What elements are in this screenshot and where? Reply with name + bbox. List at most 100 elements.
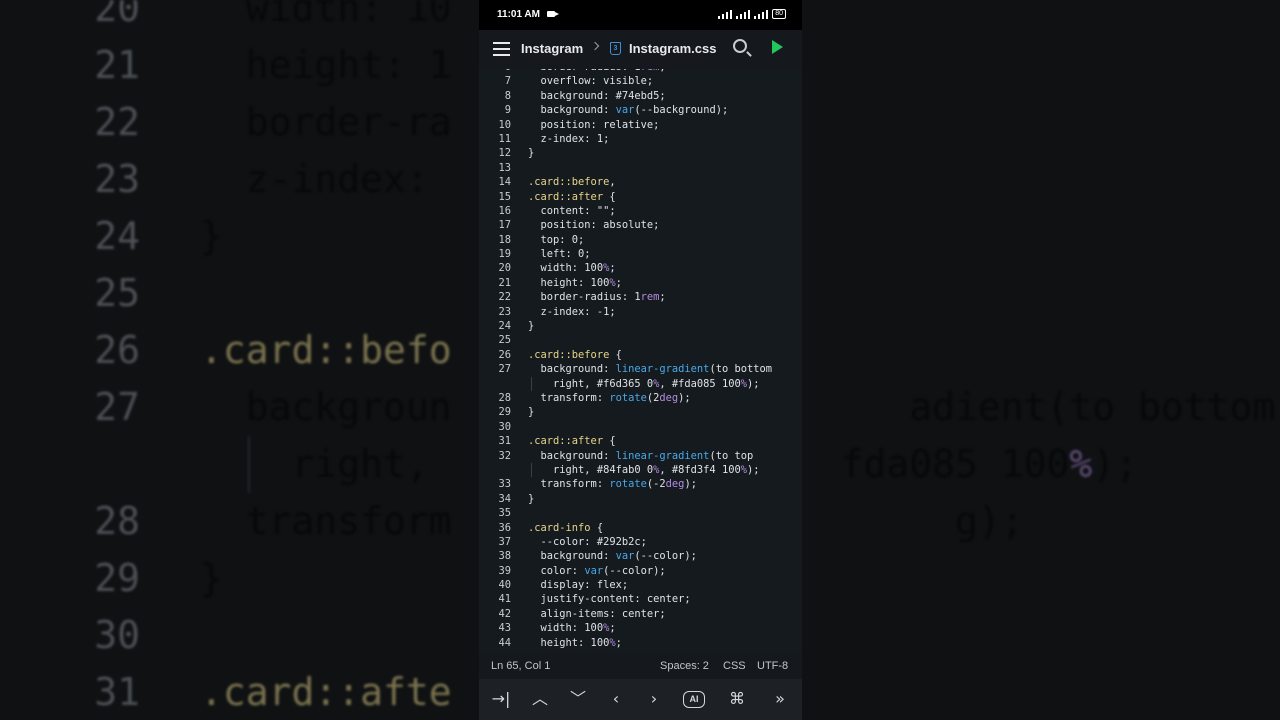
- line-number: 26: [498, 348, 511, 361]
- line-number: 9: [504, 104, 511, 117]
- code-line[interactable]: 35: [479, 506, 802, 520]
- code-editor[interactable]: 6 border-radius: 1rem;7 overflow: visibl…: [479, 69, 802, 653]
- code-line[interactable]: 36 .card-info {: [479, 521, 802, 535]
- menu-icon[interactable]: [493, 42, 510, 56]
- code-line[interactable]: 29}: [479, 405, 802, 419]
- line-code: background: var(--background);: [528, 104, 729, 117]
- file-encoding[interactable]: UTF-8: [757, 653, 788, 679]
- code-line[interactable]: 15 .card::after {: [479, 190, 802, 204]
- code-line[interactable]: 42 align-items: center;: [479, 607, 802, 621]
- app-bar: Instagram 3 Instagram.css: [479, 30, 802, 69]
- code-line[interactable]: 39 color: var(--color);: [479, 564, 802, 578]
- code-line[interactable]: 19 left: 0;: [479, 247, 802, 261]
- line-number: 11: [498, 132, 511, 145]
- code-line[interactable]: 7 overflow: visible;: [479, 74, 802, 88]
- code-line[interactable]: 24}: [479, 319, 802, 333]
- code-line[interactable]: 33 transform: rotate(-2deg);: [479, 477, 802, 491]
- command-key[interactable]: ⌘: [725, 688, 749, 710]
- line-number: 19: [498, 248, 511, 261]
- code-line[interactable]: 43 width: 100%;: [479, 621, 802, 635]
- line-number: 15: [498, 190, 511, 203]
- code-line[interactable]: 41 justify-content: center;: [479, 592, 802, 606]
- code-line[interactable]: 17 position: absolute;: [479, 218, 802, 232]
- background-line-code: z-index:: [200, 157, 429, 201]
- line-code: .card::before,: [528, 176, 616, 189]
- language-mode[interactable]: CSS: [723, 653, 746, 679]
- code-line[interactable]: 26 .card::before {: [479, 348, 802, 362]
- status-bar: 11:01 AM 80: [479, 0, 802, 30]
- code-line[interactable]: 11 z-index: 1;: [479, 132, 802, 146]
- code-line[interactable]: 22 border-radius: 1rem;: [479, 290, 802, 304]
- line-code: border-radius: 1rem;: [528, 291, 666, 304]
- indentation-setting[interactable]: Spaces: 2: [660, 653, 709, 679]
- cursor-position[interactable]: Ln 65, Col 1: [491, 653, 550, 679]
- line-code: }: [528, 406, 535, 419]
- background-line-number: 24: [94, 214, 140, 258]
- line-code: height: 100%;: [528, 276, 622, 289]
- code-line[interactable]: 21 height: 100%;: [479, 276, 802, 290]
- background-line-code: .card::afte: [200, 670, 452, 714]
- search-icon[interactable]: [733, 39, 747, 53]
- line-number: 27: [498, 363, 511, 376]
- signal-icon-2: [754, 9, 769, 19]
- line-code: background: var(--color);: [528, 550, 697, 563]
- background-line-number: 30: [94, 613, 140, 657]
- code-line[interactable]: 14 .card::before,: [479, 175, 802, 189]
- line-code: right, #f6d365 0%, #fda085 100%);: [528, 377, 760, 390]
- code-line[interactable]: 34}: [479, 492, 802, 506]
- code-line[interactable]: 8 background: #74ebd5;: [479, 89, 802, 103]
- line-code: .card::before {: [528, 348, 622, 361]
- line-number: 30: [498, 420, 511, 433]
- line-number: 37: [498, 535, 511, 548]
- line-number: 44: [498, 636, 511, 649]
- line-number: 38: [498, 550, 511, 563]
- breadcrumb-file[interactable]: Instagram.css: [629, 41, 716, 56]
- line-code: z-index: -1;: [528, 305, 616, 318]
- breadcrumb-project[interactable]: Instagram: [521, 41, 583, 56]
- code-line[interactable]: 32 background: linear-gradient(to top: [479, 449, 802, 463]
- code-line[interactable]: 10 position: relative;: [479, 118, 802, 132]
- code-line[interactable]: 27 background: linear-gradient(to bottom: [479, 362, 802, 376]
- arrow-down-key[interactable]: ﹀: [566, 688, 590, 710]
- code-line[interactable]: 37 --color: #292b2c;: [479, 535, 802, 549]
- line-code: }: [528, 320, 535, 333]
- code-line[interactable]: 25: [479, 333, 802, 347]
- code-line[interactable]: 13: [479, 161, 802, 175]
- line-number: 40: [498, 579, 511, 592]
- line-code: transform: rotate(2deg);: [528, 391, 691, 404]
- code-line[interactable]: 20 width: 100%;: [479, 261, 802, 275]
- line-number: 43: [498, 622, 511, 635]
- volte-icon: [718, 9, 733, 19]
- line-code: height: 100%;: [528, 636, 622, 649]
- code-line[interactable]: right, #f6d365 0%, #fda085 100%);: [479, 376, 802, 391]
- line-code: position: relative;: [528, 118, 660, 131]
- code-line[interactable]: 16 content: "";: [479, 204, 802, 218]
- background-line-number: 28: [94, 499, 140, 543]
- line-code: background: linear-gradient(to bottom: [528, 363, 773, 376]
- code-line[interactable]: 38 background: var(--color);: [479, 549, 802, 563]
- code-line[interactable]: 30: [479, 420, 802, 434]
- code-line[interactable]: 44 height: 100%;: [479, 636, 802, 650]
- ai-key[interactable]: AI: [683, 691, 705, 708]
- arrow-up-key[interactable]: ︿: [528, 688, 552, 710]
- code-line[interactable]: 31 .card::after {: [479, 434, 802, 448]
- run-icon[interactable]: [772, 40, 783, 54]
- code-line[interactable]: 18 top: 0;: [479, 233, 802, 247]
- background-line-number: 25: [94, 271, 140, 315]
- background-line-number: 31: [94, 670, 140, 714]
- more-key[interactable]: »: [768, 688, 792, 710]
- line-number: 36: [498, 521, 511, 534]
- arrow-left-key[interactable]: ‹: [604, 688, 628, 710]
- arrow-right-key[interactable]: ›: [642, 688, 666, 710]
- line-number: 8: [504, 89, 511, 102]
- code-line[interactable]: 12}: [479, 146, 802, 160]
- code-line[interactable]: 40 display: flex;: [479, 578, 802, 592]
- tab-key[interactable]: →|: [489, 688, 513, 710]
- extra-keys-bar: →| ︿ ﹀ ‹ › AI ⌘ »: [479, 679, 802, 720]
- line-code: background: linear-gradient(to top: [528, 449, 754, 462]
- code-line[interactable]: 9 background: var(--background);: [479, 103, 802, 117]
- code-line[interactable]: 23 z-index: -1;: [479, 305, 802, 319]
- code-line[interactable]: right, #84fab0 0%, #8fd3f4 100%);: [479, 462, 802, 478]
- line-number: 21: [498, 276, 511, 289]
- code-line[interactable]: 28 transform: rotate(2deg);: [479, 391, 802, 405]
